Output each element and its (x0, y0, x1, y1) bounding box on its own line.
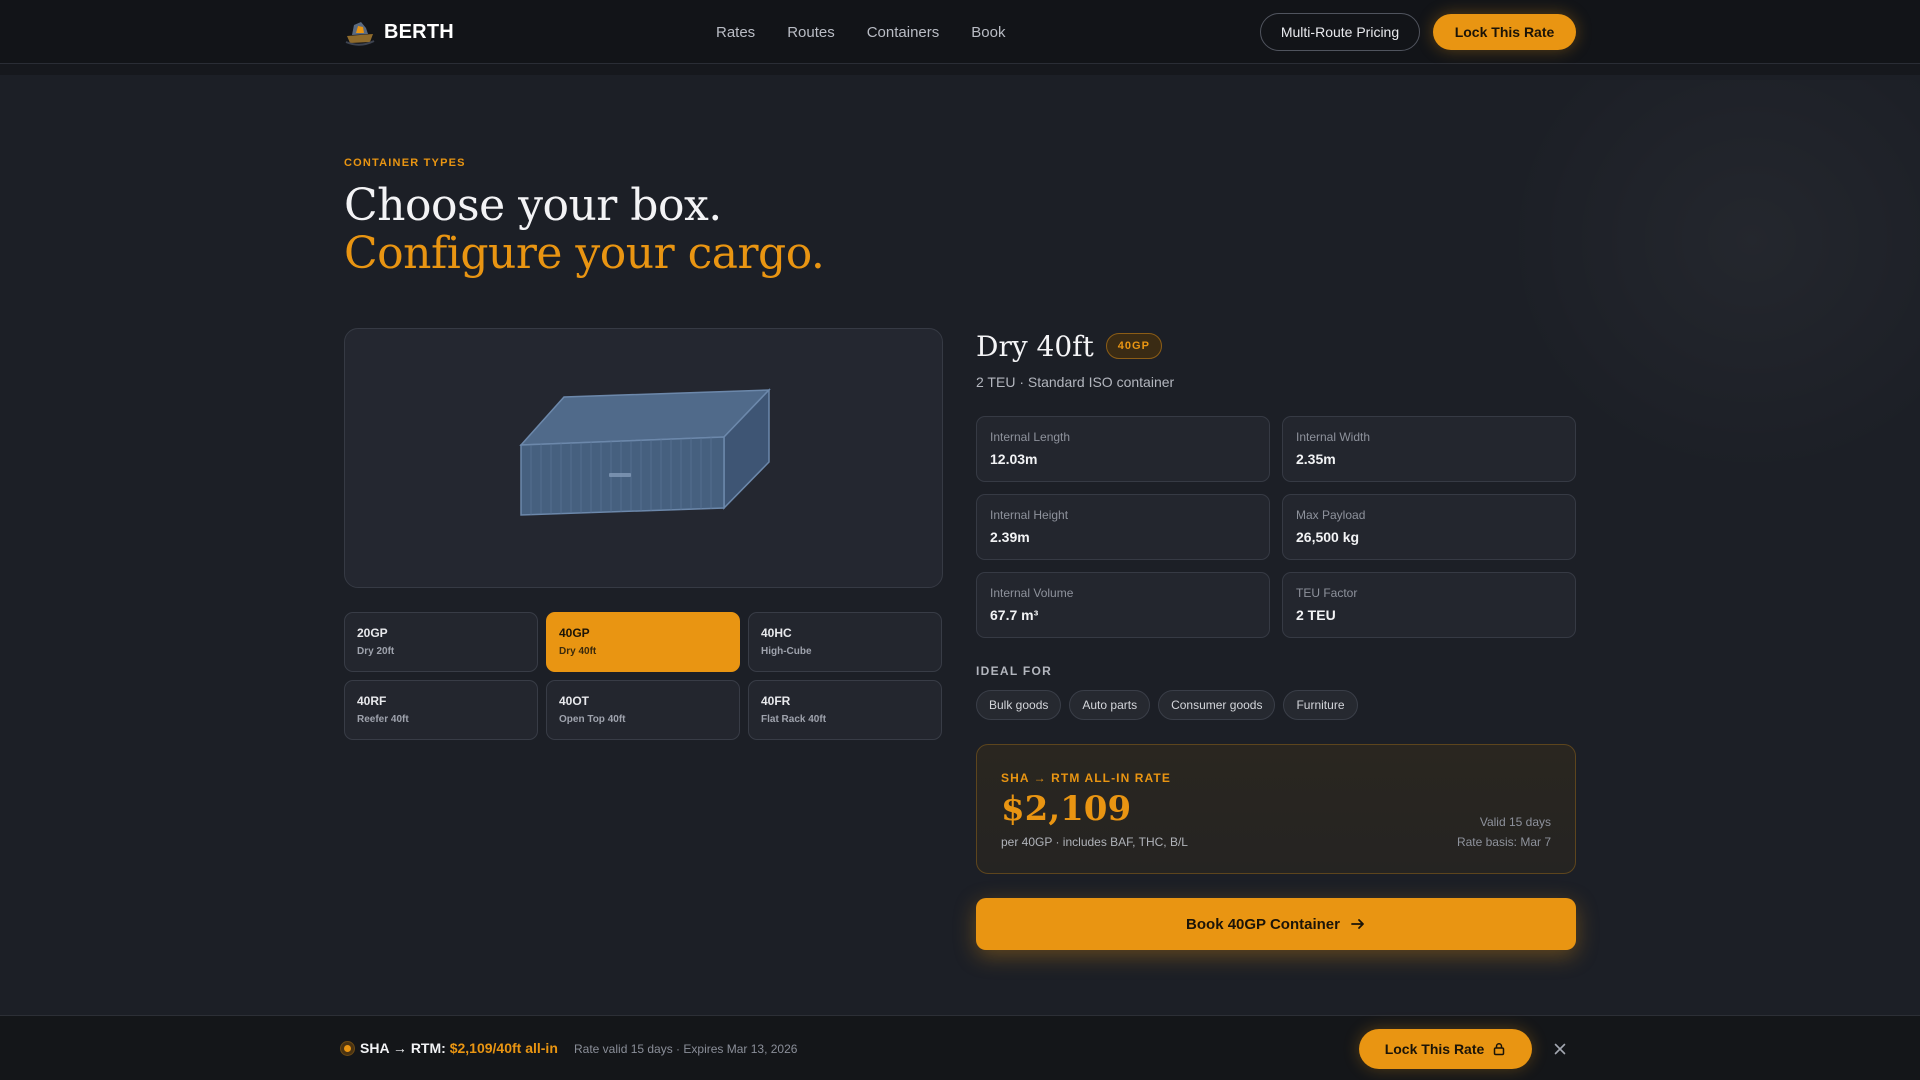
container-3d-preview[interactable] (344, 328, 943, 588)
lock-rate-header-button[interactable]: Lock This Rate (1433, 14, 1576, 50)
tag-consumer-goods: Consumer goods (1158, 690, 1276, 720)
spec-value: 12.03m (990, 451, 1038, 467)
spec-value: 2 TEU (1296, 607, 1336, 623)
arrow-right-icon (1351, 919, 1364, 929)
spec-value: 26,500 kg (1296, 529, 1360, 545)
type-code: 40GP (559, 626, 590, 640)
header-divider-strip (0, 64, 1920, 75)
type-code: 20GP (357, 626, 388, 640)
type-option-40fr[interactable]: 40FR Flat Rack 40ft (748, 680, 942, 740)
close-icon (1554, 1043, 1566, 1055)
spec-internal-length: Internal Length 12.03m (976, 416, 1270, 482)
spec-internal-volume: Internal Volume 67.7 m³ (976, 572, 1270, 638)
nav-link-containers[interactable]: Containers (867, 24, 940, 41)
container-subtitle: 2 TEU · Standard ISO container (976, 374, 1175, 390)
ship-logo-icon (345, 22, 375, 46)
container-code-badge: 40GP (1105, 333, 1162, 359)
type-option-20gp[interactable]: 20GP Dry 20ft (344, 612, 538, 672)
rate-validity: Valid 15 days (1479, 815, 1551, 829)
live-status-dot-icon (340, 1041, 355, 1056)
type-option-40rf[interactable]: 40RF Reefer 40ft (344, 680, 538, 740)
spec-max-payload: Max Payload 26,500 kg (1282, 494, 1576, 560)
tag-bulk-goods: Bulk goods (976, 690, 1062, 720)
spec-label: Internal Width (1296, 430, 1371, 444)
sticky-route-label: SHA → RTM: (360, 1040, 446, 1056)
spec-value: 67.7 m³ (990, 607, 1039, 623)
rate-inclusions-note: per 40GP · includes BAF, THC, B/L (1001, 835, 1188, 849)
spec-value: 2.39m (990, 529, 1030, 545)
brand-name: BERTH (384, 20, 454, 43)
page-title: Choose your box. Configure your cargo. (344, 180, 825, 279)
lock-icon (1494, 1043, 1505, 1056)
type-code: 40FR (761, 694, 791, 708)
rate-heading: SHA → RTM ALL-IN RATE (1001, 771, 1171, 785)
ideal-for-heading: IDEAL FOR (976, 664, 1053, 678)
container-type-selector: 20GP Dry 20ft 40GP Dry 40ft 40HC High-Cu… (344, 612, 943, 740)
type-option-40ot[interactable]: 40OT Open Top 40ft (546, 680, 740, 740)
sticky-rate-meta: Rate valid 15 days · Expires Mar 13, 202… (574, 1042, 798, 1056)
close-sticky-bar-button[interactable] (1550, 1039, 1570, 1059)
sticky-route-summary: SHA → RTM: $2,109/40ft all-in (360, 1040, 558, 1056)
book-button-label: Book 40GP Container (1186, 915, 1340, 933)
container-detail-header: Dry 40ft 40GP (976, 328, 1162, 364)
spec-label: Internal Length (990, 430, 1071, 444)
spec-label: Max Payload (1296, 508, 1366, 522)
nav-link-book[interactable]: Book (971, 24, 1005, 41)
sticky-rate-bar: SHA → RTM: $2,109/40ft all-in Rate valid… (0, 1015, 1920, 1080)
book-container-button[interactable]: Book 40GP Container (976, 898, 1576, 950)
section-eyebrow: CONTAINER TYPES (344, 157, 466, 169)
spec-internal-width: Internal Width 2.35m (1282, 416, 1576, 482)
type-name: Flat Rack 40ft (761, 714, 827, 725)
spec-internal-height: Internal Height 2.39m (976, 494, 1270, 560)
type-code: 40RF (357, 694, 387, 708)
spec-teu-factor: TEU Factor 2 TEU (1282, 572, 1576, 638)
type-name: Open Top 40ft (559, 714, 626, 725)
type-name: Dry 20ft (357, 646, 395, 657)
top-navigation-bar: BERTH Rates Routes Containers Book Multi… (0, 0, 1920, 64)
lock-rate-sticky-button[interactable]: Lock This Rate (1359, 1029, 1532, 1069)
spec-value: 2.35m (1296, 451, 1336, 467)
spec-label: TEU Factor (1296, 586, 1358, 600)
rate-price: $2,109 (1001, 789, 1132, 829)
type-name: Reefer 40ft (357, 714, 409, 725)
tag-auto-parts: Auto parts (1069, 690, 1151, 720)
type-option-40hc[interactable]: 40HC High-Cube (748, 612, 942, 672)
sticky-price: $2,109/40ft all-in (449, 1040, 558, 1056)
sticky-button-label: Lock This Rate (1384, 1041, 1485, 1057)
type-code: 40HC (761, 626, 792, 640)
rate-basis: Rate basis: Mar 7 (1456, 835, 1551, 849)
tag-furniture: Furniture (1283, 690, 1358, 720)
spec-grid: Internal Length 12.03m Internal Width 2.… (976, 416, 1576, 638)
multi-route-pricing-button[interactable]: Multi-Route Pricing (1260, 13, 1420, 51)
type-name: High-Cube (761, 646, 812, 657)
rate-summary-card: SHA → RTM ALL-IN RATE $2,109 per 40GP · … (976, 744, 1576, 874)
main-nav: Rates Routes Containers Book (716, 0, 1005, 64)
brand-logo-link[interactable]: BERTH (344, 18, 454, 46)
spec-label: Internal Volume (990, 586, 1074, 600)
type-code: 40OT (559, 694, 590, 708)
title-line-1: Choose your box. (344, 180, 722, 231)
ideal-for-tags: Bulk goods Auto parts Consumer goods Fur… (976, 690, 1358, 720)
spec-label: Internal Height (990, 508, 1069, 522)
container-name: Dry 40ft (976, 329, 1094, 363)
nav-link-routes[interactable]: Routes (787, 24, 835, 41)
container-illustration (519, 388, 771, 516)
type-name: Dry 40ft (559, 646, 597, 657)
title-line-2: Configure your cargo. (344, 228, 825, 279)
nav-link-rates[interactable]: Rates (716, 24, 755, 41)
type-option-40gp[interactable]: 40GP Dry 40ft (546, 612, 740, 672)
